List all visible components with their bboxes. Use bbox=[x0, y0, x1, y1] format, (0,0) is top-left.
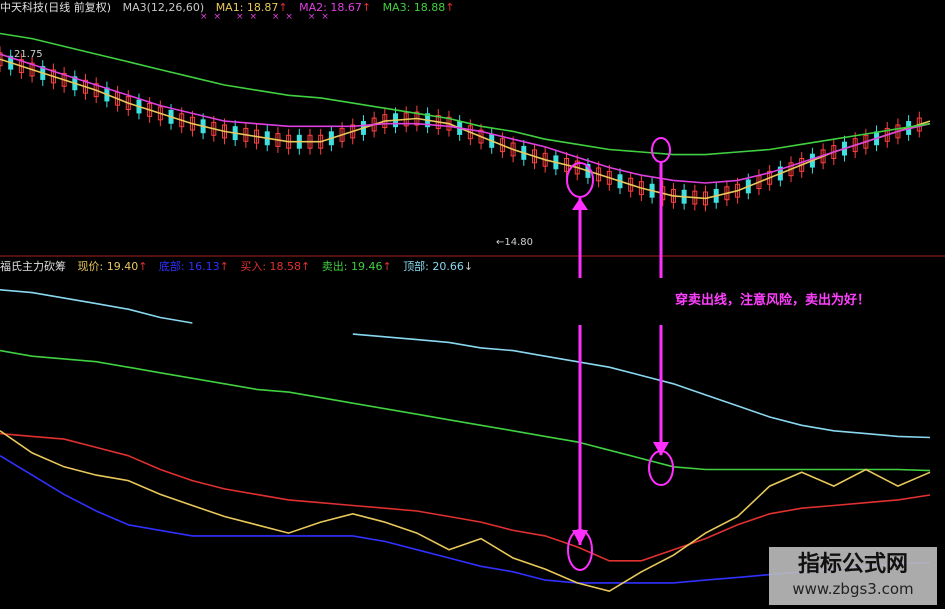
site-watermark: 指标公式网 www.zbgs3.com bbox=[769, 547, 937, 605]
ma3-arrow-icon: ↑ bbox=[445, 1, 455, 14]
bottom-arrow-icon: ↑ bbox=[219, 260, 229, 273]
series-line-indicator-买入 bbox=[0, 432, 931, 562]
risk-note: 穿卖出线，注意风险，卖出为好！ bbox=[675, 292, 870, 308]
price-label: 现价: 19.40↑ bbox=[78, 260, 148, 273]
line-layer bbox=[0, 32, 931, 593]
top-value: 顶部: 20.66 bbox=[403, 260, 464, 273]
bottom-value: 底部: 16.13 bbox=[158, 260, 220, 273]
ma3-label: MA3: 18.88↑ bbox=[383, 1, 455, 14]
signal-circle-price-2 bbox=[651, 137, 671, 163]
top-label: 顶部: 20.66↓ bbox=[403, 260, 473, 273]
arrow-up-icon bbox=[572, 198, 588, 210]
high-price-label: 21.75 bbox=[14, 49, 43, 60]
stock-title: 中天科技(日线 前复权) bbox=[0, 1, 112, 14]
series-line-indicator-卖出 bbox=[0, 349, 931, 472]
sell-value: 卖出: 19.46 bbox=[321, 260, 383, 273]
indicator-title: 福氏主力砍筹 bbox=[0, 260, 66, 273]
indicator-panel-header: 福氏主力砍筹 现价: 19.40↑ 底部: 16.13↑ 买入: 18.58↑ … bbox=[0, 259, 481, 275]
price-arrow-icon: ↑ bbox=[138, 260, 148, 273]
signal-marks: ×× ×× ×× ×× bbox=[200, 12, 335, 22]
series-line-price-MA2 bbox=[0, 53, 931, 184]
watermark-url: www.zbgs3.com bbox=[792, 580, 914, 598]
buy-label: 买入: 18.58↑ bbox=[240, 260, 310, 273]
sell-arrow-icon: ↑ bbox=[382, 260, 392, 273]
low-price-label: ←14.80 bbox=[496, 237, 533, 248]
bottom-label: 底部: 16.13↑ bbox=[159, 260, 229, 273]
buy-arrow-icon: ↑ bbox=[301, 260, 311, 273]
watermark-title: 指标公式网 bbox=[797, 552, 908, 577]
top-arrow-icon: ↓ bbox=[463, 260, 474, 273]
annotation-layer: 21.75 ←14.80 穿卖出线，注意风险，卖出为好！ bbox=[14, 49, 870, 571]
series-line-price-MA3 bbox=[0, 32, 931, 156]
ma3-value: MA3: 18.88 bbox=[382, 1, 446, 14]
chart-canvas: 21.75 ←14.80 穿卖出线，注意风险，卖出为好！ bbox=[0, 32, 945, 593]
price-value: 现价: 19.40 bbox=[77, 260, 139, 273]
sell-label: 卖出: 19.46↑ bbox=[322, 260, 392, 273]
series-line-indicator-顶部 bbox=[0, 289, 931, 439]
ma-set-label: MA3(12,26,60) bbox=[122, 1, 205, 14]
ma2-arrow-icon: ↑ bbox=[361, 1, 372, 14]
signal-circle-ind-2 bbox=[648, 450, 674, 486]
buy-value: 买入: 18.58 bbox=[240, 260, 302, 273]
